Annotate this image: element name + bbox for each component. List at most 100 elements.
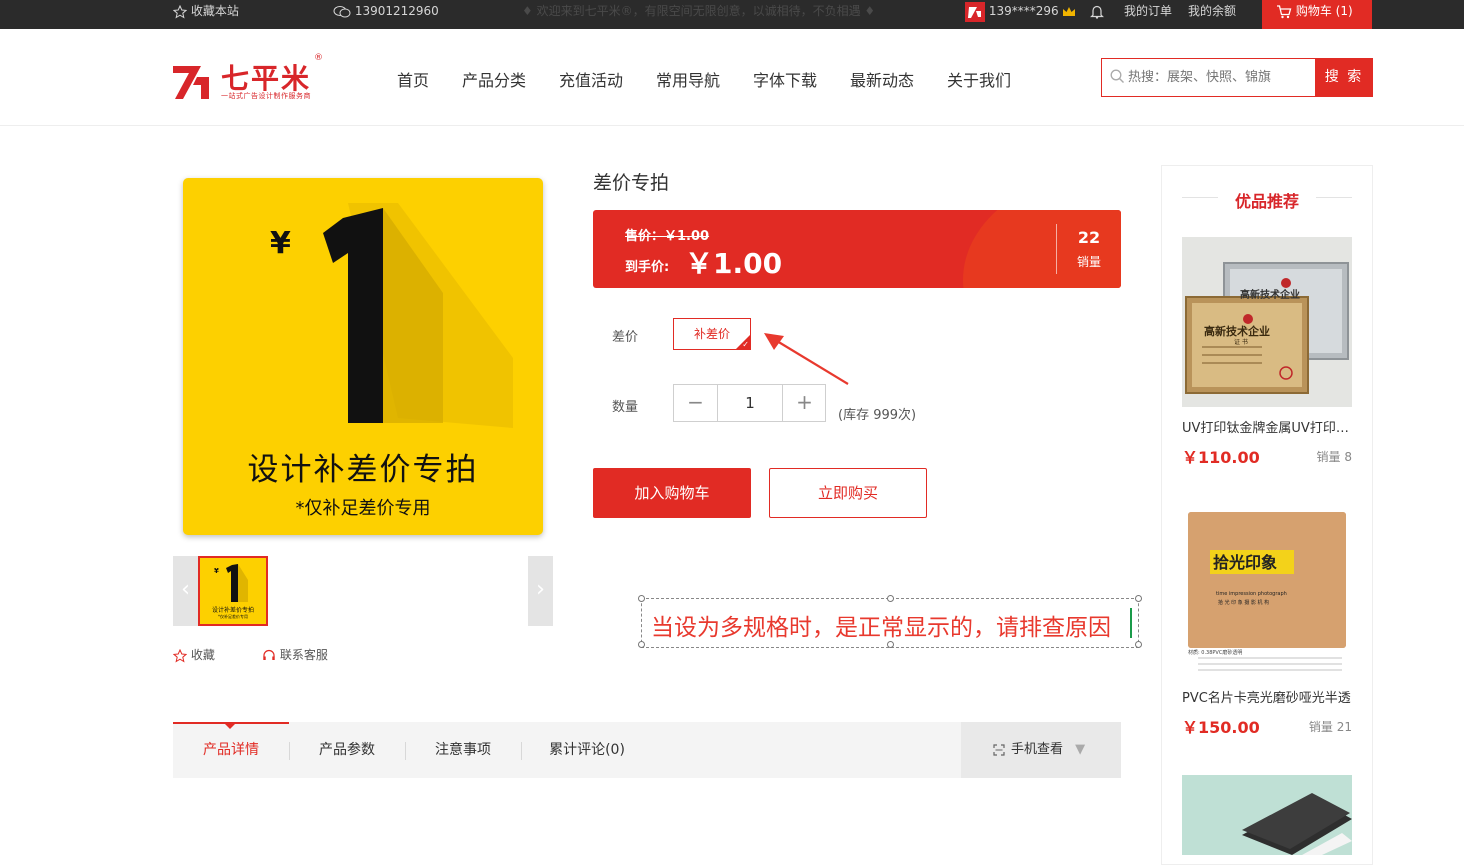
- qr-scan-icon: [993, 744, 1005, 756]
- spec-option-button[interactable]: 补差价 ✓: [673, 318, 751, 350]
- image-caption: 设计补差价专拍: [247, 452, 479, 488]
- resize-handle[interactable]: [1135, 641, 1142, 648]
- rec-item-2-name[interactable]: PVC名片卡亮光磨砂哑光半透: [1182, 687, 1354, 706]
- thumb-prev-button[interactable]: ‹: [173, 556, 198, 626]
- final-price-label: 到手价:: [625, 260, 670, 275]
- resize-handle[interactable]: [887, 595, 894, 602]
- text-caret: [1130, 608, 1132, 638]
- card-brand-text: 拾光印象: [1213, 553, 1278, 572]
- quantity-input[interactable]: 1: [718, 385, 782, 421]
- tab-product-params[interactable]: 产品参数: [289, 722, 405, 778]
- tab-product-details[interactable]: 产品详情: [173, 722, 289, 778]
- phone-number: 13901212960: [354, 4, 439, 18]
- cart-label: 购物车 (1): [1295, 4, 1353, 18]
- favorite-button[interactable]: 收藏: [173, 646, 215, 663]
- image-subcaption: *仅补足差价专用: [295, 498, 431, 519]
- caret-down-icon: ▼: [1075, 742, 1086, 757]
- quantity-stepper: − 1 +: [673, 384, 826, 422]
- search-button[interactable]: 搜 索: [1315, 58, 1373, 97]
- logo-registered-mark: ®: [314, 53, 323, 63]
- nav-about[interactable]: 关于我们: [947, 67, 1011, 91]
- nav-product-categories[interactable]: 产品分类: [462, 67, 526, 91]
- star-icon: [173, 4, 187, 19]
- nav-font-download[interactable]: 字体下载: [753, 67, 817, 91]
- stock-info: (库存 999次): [838, 408, 917, 423]
- check-icon: ✓: [742, 340, 749, 349]
- search-icon: [1110, 69, 1124, 83]
- product-title: 差价专拍: [593, 172, 670, 194]
- chevron-left-icon: ‹: [181, 577, 190, 602]
- thumbnail-strip: ‹ ¥ 设计补差价专拍 *仅补足差价专用 ›: [173, 556, 553, 626]
- search-box: [1101, 58, 1318, 97]
- headset-icon: [263, 649, 275, 660]
- chevron-right-icon: ›: [536, 577, 545, 602]
- quantity-decrease-button[interactable]: −: [674, 385, 718, 421]
- bookmark-link[interactable]: 收藏本站: [173, 0, 239, 29]
- nav-recharge[interactable]: 充值活动: [559, 67, 623, 91]
- quantity-label: 数量: [612, 400, 639, 415]
- resize-handle[interactable]: [887, 641, 894, 648]
- tab-notes[interactable]: 注意事项: [405, 722, 521, 778]
- logo-subtitle: 一站式广告设计制作服务商: [221, 92, 311, 100]
- top-bar: 收藏本站 13901212960 ♦ 欢迎来到七平米®，有限空间无限创意，以诚相…: [0, 0, 1464, 29]
- rec-item-3-image[interactable]: [1182, 775, 1352, 855]
- thumbnail-1[interactable]: ¥ 设计补差价专拍 *仅补足差价专用: [198, 556, 268, 626]
- contact-label: 联系客服: [279, 648, 328, 662]
- mobile-view-button[interactable]: 手机查看 ▼: [961, 722, 1121, 778]
- site-header: 七平米 ® 一站式广告设计制作服务商 首页 产品分类 充值活动 常用导航 字体下…: [0, 29, 1464, 126]
- add-to-cart-button[interactable]: 加入购物车: [593, 468, 751, 518]
- resize-handle[interactable]: [638, 641, 645, 648]
- card-english-text: time impression photograph: [1216, 591, 1287, 597]
- certificate-plaque-art: [1185, 262, 1349, 394]
- cart-button[interactable]: 购物车 (1): [1262, 0, 1372, 29]
- my-orders-link[interactable]: 我的订单: [1124, 0, 1172, 29]
- nav-common-links[interactable]: 常用导航: [656, 67, 720, 91]
- price-panel: 售价：￥1.00 到手价: ￥1.00 22 销量: [593, 210, 1121, 288]
- thumbnail-subcaption: *仅补足差价专用: [218, 614, 248, 619]
- product-main-image: ¥ 设计补差价专拍 *仅补足差价专用: [183, 178, 543, 535]
- annotation-textbox[interactable]: 当设为多规格时，是正常显示的，请排查原因: [638, 595, 1142, 648]
- business-card-stack-art: [1242, 793, 1352, 855]
- spec-option-label: 补差价: [693, 327, 730, 341]
- bookmark-label: 收藏本站: [190, 4, 239, 18]
- tab-reviews[interactable]: 累计评论(0): [521, 722, 653, 778]
- rec-item-1-sales: 销量 8: [1316, 450, 1352, 464]
- welcome-text: ♦ 欢迎来到七平米®，有限空间无限创意，以诚相待，不负相遇 ♦: [522, 4, 876, 18]
- sidebar-title: 优品推荐: [1234, 192, 1299, 211]
- image-currency-symbol: ¥: [270, 226, 291, 261]
- crown-icon: [1063, 6, 1076, 16]
- plaque-title-back: 高新技术企业: [1240, 290, 1300, 301]
- detail-tabs: 产品详情 产品参数 注意事项 累计评论(0) 手机查看 ▼: [173, 722, 1121, 778]
- sales-count: 22: [1077, 228, 1101, 247]
- search-input[interactable]: [1128, 59, 1318, 95]
- cart-icon: [1277, 4, 1292, 18]
- rec-item-2-sales: 销量 21: [1308, 720, 1352, 734]
- bell-icon: [1090, 5, 1104, 19]
- thumb-next-button[interactable]: ›: [528, 556, 553, 626]
- my-balance-link[interactable]: 我的余额: [1188, 0, 1236, 29]
- chat-icon: [333, 5, 351, 17]
- nav-home[interactable]: 首页: [397, 67, 429, 91]
- star-outline-icon: [173, 648, 187, 663]
- card-material-text: 材质: 0.38PVC磨砂透明: [1188, 650, 1243, 656]
- quantity-increase-button[interactable]: +: [782, 385, 826, 421]
- buy-now-button[interactable]: 立即购买: [769, 468, 927, 518]
- plaque-subtitle: 证 书: [1234, 339, 1248, 346]
- rec-item-1-price: ￥110.00: [1182, 448, 1260, 467]
- card-org-text: 拾 光 印 象 摄 影 机 构: [1218, 600, 1270, 606]
- phone-info: 13901212960: [333, 0, 439, 29]
- nav-news[interactable]: 最新动态: [850, 67, 914, 91]
- annotation-arrow-icon: [764, 333, 849, 385]
- thumbnail-caption: 设计补差价专拍: [211, 607, 254, 614]
- resize-handle[interactable]: [638, 595, 645, 602]
- resize-handle[interactable]: [1135, 595, 1142, 602]
- rec-item-2-image[interactable]: 拾光印象 time impression photograph 拾 光 印 象 …: [1182, 506, 1352, 676]
- logo-mark-icon[interactable]: [173, 63, 211, 99]
- final-price: ￥1.00: [685, 247, 783, 280]
- rec-item-1-image[interactable]: 高新技术企业 高新技术企业 证 书: [1182, 237, 1352, 407]
- user-menu[interactable]: 139****296: [965, 0, 1076, 29]
- notification-bell[interactable]: [1090, 0, 1104, 29]
- sales-label: 销量: [1076, 255, 1101, 269]
- contact-service-button[interactable]: 联系客服: [262, 646, 328, 663]
- rec-item-1-name[interactable]: UV打印钛金牌金属UV打印钛金牌: [1182, 417, 1354, 436]
